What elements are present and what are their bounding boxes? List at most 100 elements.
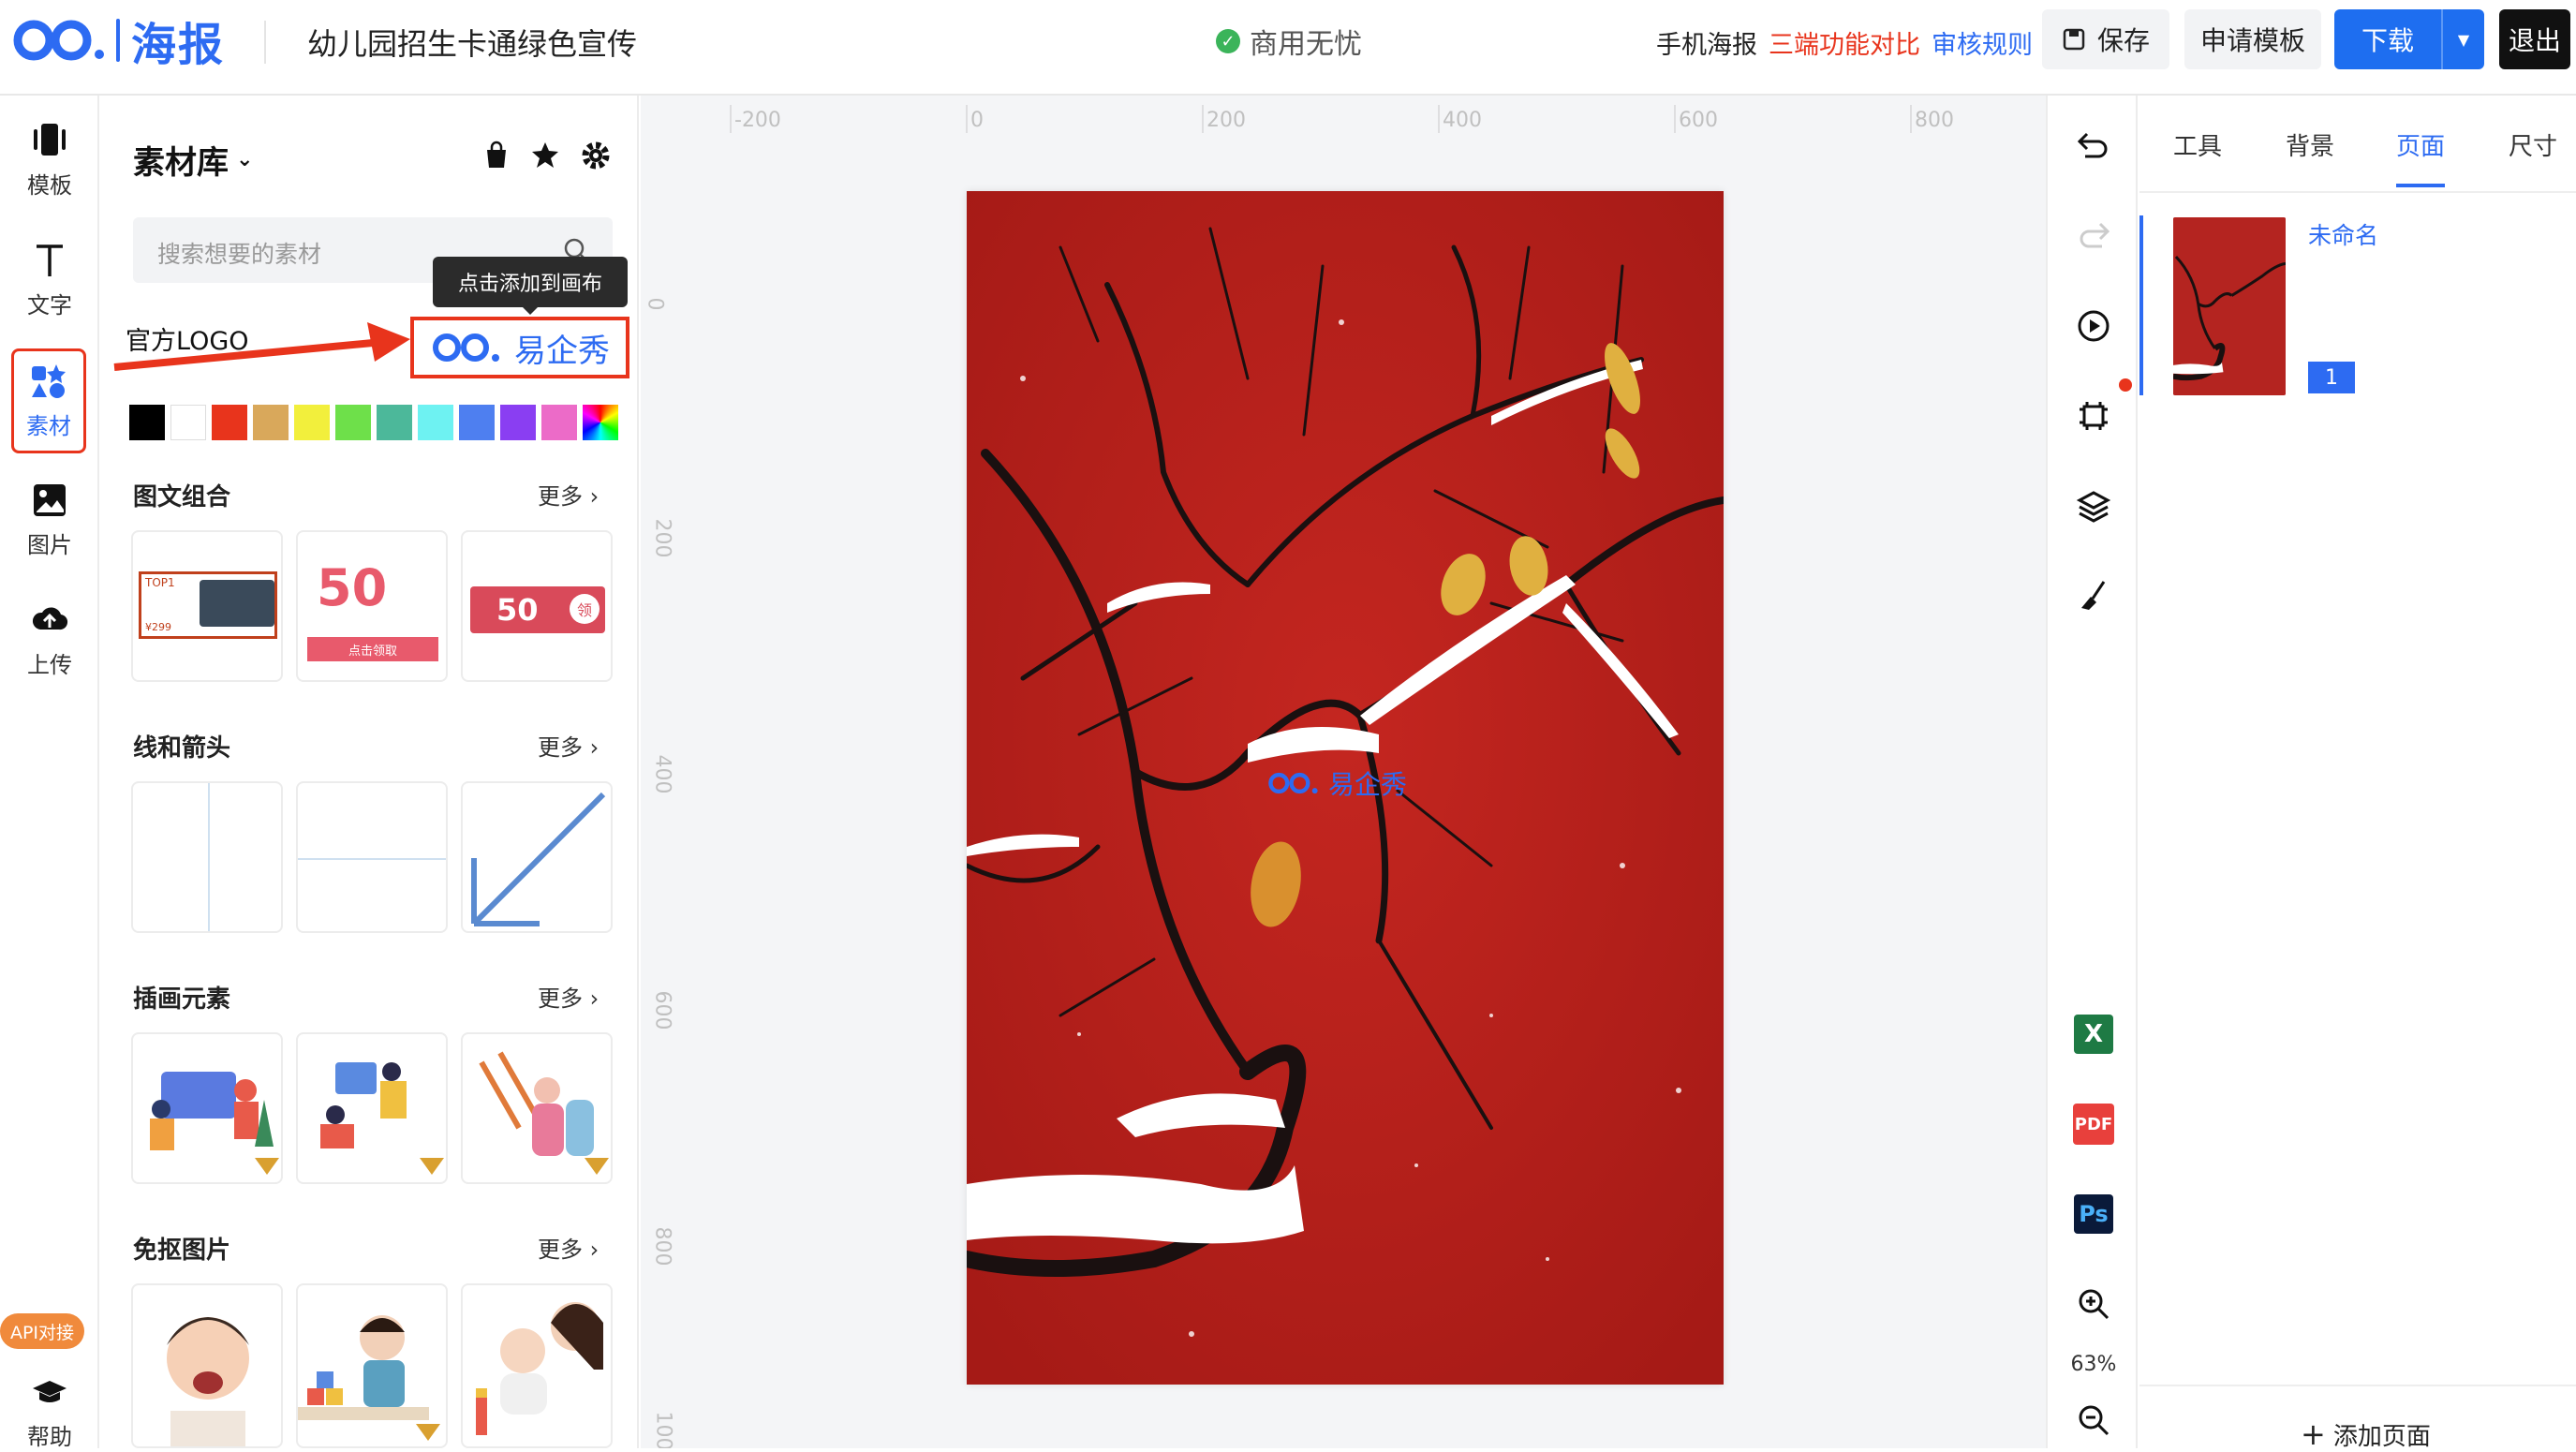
- card-text: ¥299: [145, 621, 171, 633]
- cutout-photo-card[interactable]: [296, 1283, 448, 1448]
- color-swatch-cyan[interactable]: [418, 405, 453, 440]
- cutout-photo-card[interactable]: [461, 1283, 613, 1448]
- undo-icon: [2077, 132, 2108, 158]
- notification-dot: [2119, 378, 2132, 392]
- brush-icon: [2081, 581, 2106, 610]
- tab-background[interactable]: 背景: [2286, 127, 2334, 162]
- cutout-photo-card[interactable]: [131, 1283, 283, 1448]
- page-name[interactable]: 未命名: [2308, 217, 2378, 251]
- ruler-label: 400: [650, 754, 674, 794]
- preview-button[interactable]: [2071, 304, 2116, 348]
- ps-export-button[interactable]: Ps: [2071, 1192, 2116, 1237]
- color-swatch-custom[interactable]: [583, 405, 618, 440]
- panel-title-dropdown[interactable]: 素材库 ⌄: [133, 137, 253, 183]
- play-icon: [2078, 310, 2110, 342]
- excel-export-button[interactable]: X: [2071, 1012, 2116, 1057]
- nav-upload[interactable]: 上传: [0, 588, 99, 691]
- ruler-label: 0: [970, 109, 984, 132]
- illustration-card[interactable]: [131, 1032, 283, 1184]
- section-title: 免抠图片: [133, 1237, 231, 1265]
- horizontal-line: [298, 858, 446, 860]
- color-swatch-pink[interactable]: [541, 405, 577, 440]
- line-card[interactable]: [131, 781, 283, 933]
- tab-size[interactable]: 尺寸: [2509, 127, 2557, 162]
- review-rules-link[interactable]: 审核规则: [1932, 24, 2033, 61]
- nav-label: 帮助: [27, 1424, 72, 1450]
- chevron-right-icon: ›: [589, 1237, 600, 1263]
- compare-link[interactable]: 三端功能对比: [1769, 24, 1920, 61]
- save-button[interactable]: 保存: [2042, 9, 2169, 69]
- more-link[interactable]: 更多 ›: [538, 729, 599, 762]
- chevron-right-icon: ›: [589, 483, 600, 510]
- illustration-card[interactable]: [461, 1032, 613, 1184]
- download-button[interactable]: 下载: [2334, 9, 2441, 69]
- card-text: 50: [317, 558, 388, 617]
- combo-card[interactable]: TOP1 ¥299: [131, 530, 283, 682]
- ruler-label: 200: [650, 518, 674, 558]
- canvas-logo[interactable]: 易企秀: [1266, 764, 1407, 802]
- section-title: 图文组合: [133, 483, 231, 511]
- illustration-card[interactable]: [296, 1032, 448, 1184]
- combo-card[interactable]: 50 点击领取: [296, 530, 448, 682]
- zoom-out-button[interactable]: [2071, 1398, 2116, 1443]
- redo-button[interactable]: [2071, 214, 2116, 259]
- active-tab-indicator: [2396, 184, 2445, 187]
- right-toolbar: X PDF Ps 63%: [2046, 96, 2138, 1448]
- line-card[interactable]: [296, 781, 448, 933]
- add-page-label: 添加页面: [2332, 1422, 2431, 1451]
- gear-icon[interactable]: [581, 141, 611, 170]
- ruler-top: -200 0 200 400 600 800: [641, 96, 2046, 133]
- canvas-area[interactable]: -200 0 200 400 600 800 0 200 400 600 800…: [641, 96, 2046, 1448]
- color-swatch-tan[interactable]: [253, 405, 289, 440]
- combo-card[interactable]: 50 领: [461, 530, 613, 682]
- commercial-badge[interactable]: ✓ 商用无忧: [1216, 21, 1362, 62]
- nav-image[interactable]: 图片: [0, 468, 99, 571]
- color-swatch-purple[interactable]: [500, 405, 536, 440]
- color-swatch-green[interactable]: [335, 405, 371, 440]
- mobile-poster-link[interactable]: 手机海报: [1656, 24, 1757, 61]
- nav-help[interactable]: 帮助: [0, 1373, 99, 1450]
- apply-template-button[interactable]: 申请模板: [2184, 9, 2321, 69]
- add-page-button[interactable]: + 添加页面: [2301, 1416, 2431, 1452]
- zoom-in-icon: [2079, 1289, 2110, 1320]
- more-link[interactable]: 更多 ›: [538, 1231, 599, 1264]
- exit-button[interactable]: 退出: [2499, 9, 2570, 69]
- ruler-label: 800: [650, 1226, 674, 1267]
- color-swatch-white[interactable]: [170, 405, 206, 440]
- poster-page[interactable]: 易企秀: [967, 191, 1724, 1385]
- nav-template[interactable]: 模板: [0, 109, 99, 212]
- color-swatch-red[interactable]: [212, 405, 247, 440]
- crop-button[interactable]: [2071, 393, 2116, 438]
- shopping-bag-icon[interactable]: [481, 141, 511, 170]
- nav-material[interactable]: 素材: [11, 348, 86, 453]
- color-swatch-black[interactable]: [129, 405, 165, 440]
- caret-down-icon: ▼: [2457, 30, 2470, 49]
- undo-button[interactable]: [2071, 124, 2116, 169]
- document-title[interactable]: 幼儿园招生卡通绿色宣传: [307, 21, 637, 64]
- more-link[interactable]: 更多 ›: [538, 980, 599, 1013]
- clear-button[interactable]: [2071, 573, 2116, 618]
- more-link[interactable]: 更多 ›: [538, 478, 599, 511]
- commercial-label: 商用无忧: [1250, 28, 1362, 61]
- chevron-right-icon: ›: [589, 734, 600, 761]
- graduation-cap-icon: [31, 1373, 68, 1411]
- color-swatch-teal[interactable]: [377, 405, 412, 440]
- tab-tools[interactable]: 工具: [2173, 127, 2222, 162]
- nav-label: 模板: [27, 171, 72, 199]
- pdf-export-button[interactable]: PDF: [2071, 1102, 2116, 1147]
- brand-logo-icon[interactable]: [13, 19, 107, 62]
- illustration-image: [479, 1051, 609, 1175]
- arrow-card[interactable]: [461, 781, 613, 933]
- page-thumbnail[interactable]: [2173, 217, 2286, 395]
- divider: [264, 21, 266, 64]
- official-logo-card[interactable]: 易企秀: [410, 317, 629, 378]
- color-swatch-blue[interactable]: [459, 405, 495, 440]
- nav-text[interactable]: 文字: [0, 229, 99, 332]
- zoom-in-button[interactable]: [2071, 1282, 2116, 1326]
- star-icon[interactable]: [530, 141, 560, 170]
- download-dropdown[interactable]: ▼: [2441, 9, 2484, 69]
- color-swatch-yellow[interactable]: [294, 405, 330, 440]
- tab-page[interactable]: 页面: [2396, 127, 2445, 162]
- layers-button[interactable]: [2071, 483, 2116, 528]
- api-badge[interactable]: API对接: [0, 1313, 84, 1349]
